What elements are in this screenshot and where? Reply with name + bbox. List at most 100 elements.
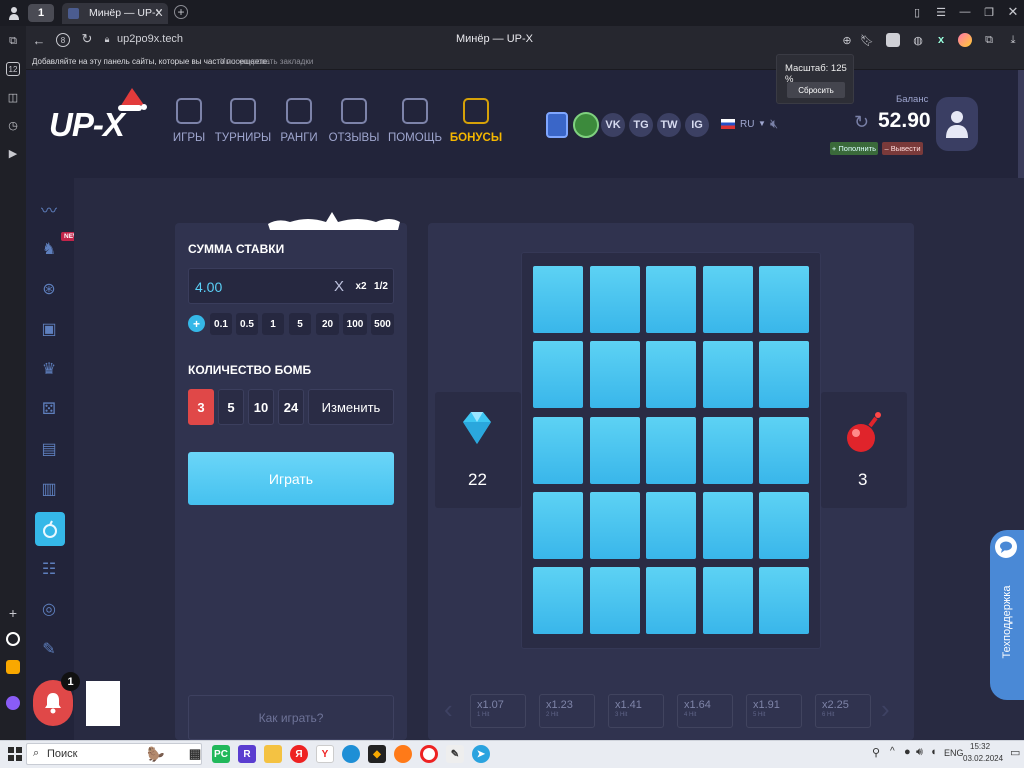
chip-1[interactable]: 1 (262, 313, 284, 335)
extension-icon[interactable] (958, 33, 972, 47)
taskbar-date[interactable]: 03.02.2024 (963, 754, 1003, 763)
network-icon[interactable]: ◖ (930, 746, 937, 758)
people-icon[interactable]: ⚲ (872, 746, 880, 759)
screenshot-icon[interactable] (886, 33, 900, 47)
nav-reviews[interactable]: ОТЗЫВЫ (319, 98, 389, 144)
mine-tile[interactable] (589, 266, 640, 333)
sidebar-case-icon[interactable]: ▣ (36, 316, 62, 342)
volume-icon[interactable]: 🔊︎ (916, 746, 923, 759)
bet-x2-button[interactable]: x2 (351, 275, 371, 297)
mine-tile[interactable] (702, 491, 753, 559)
refresh-balance-icon[interactable]: ↻ (854, 112, 869, 133)
mine-tile[interactable] (646, 341, 696, 409)
instagram-icon[interactable]: IG (685, 113, 709, 137)
mine-tile[interactable] (589, 341, 640, 409)
chip-100[interactable]: 100 (343, 313, 367, 335)
extension-x-icon[interactable]: x (934, 33, 948, 47)
clear-bet-icon[interactable]: X (334, 278, 344, 295)
nav-help[interactable]: ПОМОЩЬ (380, 98, 450, 144)
chip-500[interactable]: 500 (371, 313, 394, 335)
bombs-option-3[interactable]: 3 (188, 389, 214, 425)
taskbar-time[interactable]: 15:32 (970, 742, 990, 751)
close-window-icon[interactable]: ✕ (1006, 4, 1020, 19)
url-text[interactable]: up2po9x.tech (117, 33, 183, 45)
bombs-option-24[interactable]: 24 (278, 389, 304, 425)
input-language[interactable]: ENG (944, 748, 964, 758)
bombs-option-5[interactable]: 5 (218, 389, 244, 425)
mine-tile[interactable] (646, 416, 696, 484)
page-scrollbar[interactable] (1018, 70, 1024, 180)
camera-icon[interactable]: ◫ (6, 90, 20, 104)
import-bookmarks-link[interactable]: Импортировать закладки (220, 57, 313, 66)
chip-0-1[interactable]: 0.1 (210, 313, 232, 335)
telegram-icon[interactable]: TG (629, 113, 653, 137)
mine-tile[interactable] (646, 266, 696, 333)
taskbar-search-box[interactable]: ⌕ Поиск 🦫 (26, 743, 202, 765)
next-multipliers-icon[interactable]: › (881, 694, 890, 725)
collections-icon[interactable]: ⧉ (6, 34, 20, 48)
bookmarks-icon[interactable]: ☰ (934, 5, 948, 19)
sidebar-new-game-icon[interactable]: ♞ (36, 236, 62, 262)
edge-icon[interactable] (342, 745, 360, 763)
explorer-icon[interactable] (264, 745, 282, 763)
minimize-icon[interactable]: — (958, 5, 972, 19)
tray-expand-icon[interactable]: ^ (890, 746, 895, 757)
mine-tile[interactable] (702, 266, 753, 333)
taskbar-search-input[interactable]: Поиск (47, 748, 77, 760)
nav-bonuses[interactable]: БОНУСЫ (441, 98, 511, 144)
sidebar-wheel-icon[interactable]: ⊛ (36, 276, 62, 302)
app-taskbar-icon[interactable]: ◆ (368, 745, 386, 763)
yandex-browser-icon[interactable]: Y (316, 745, 334, 763)
mine-tile[interactable] (533, 491, 583, 559)
bet-plus-button[interactable]: + (188, 315, 205, 332)
new-tab-button[interactable]: + (174, 5, 188, 19)
play-icon[interactable]: ▶ (6, 146, 20, 160)
pycharm-icon[interactable]: PC (212, 745, 230, 763)
sidebar-miner-icon[interactable] (35, 512, 65, 546)
play-button[interactable]: Играть (188, 452, 394, 505)
deposit-button[interactable]: + Пополнить (830, 142, 878, 155)
tab-miner[interactable]: Минёр — UP-X × (62, 3, 168, 24)
add-panel-icon[interactable]: + (6, 605, 20, 621)
change-bombs-button[interactable]: Изменить (308, 389, 394, 425)
language-select[interactable]: RU (740, 119, 754, 130)
mine-tile[interactable] (646, 567, 696, 635)
bet-half-button[interactable]: 1/2 (371, 275, 391, 297)
chip-5[interactable]: 5 (289, 313, 311, 335)
mine-tile[interactable] (533, 266, 583, 333)
windows-start-icon[interactable] (8, 747, 22, 761)
mine-tile[interactable] (759, 266, 809, 333)
twitter-icon[interactable]: TW (657, 113, 681, 137)
shield-icon[interactable] (546, 112, 568, 138)
mine-tile[interactable] (533, 567, 583, 635)
withdraw-button[interactable]: – Вывести (882, 142, 923, 155)
mine-tile[interactable] (702, 416, 753, 484)
sidebar-pen-icon[interactable]: ✎ (36, 636, 62, 662)
task-view-icon[interactable]: ▦ (186, 745, 204, 763)
avatar[interactable] (936, 97, 978, 151)
sidebar-dice-icon[interactable]: ⚄ (36, 396, 62, 422)
protect-icon[interactable]: 8 (56, 33, 70, 47)
telegram-taskbar-icon[interactable]: ➤ (472, 745, 490, 763)
zoom-icon[interactable]: ⊕ (840, 33, 854, 47)
history-icon[interactable]: ◷ (6, 118, 20, 132)
extensions-icon[interactable]: ⧉ (982, 33, 996, 47)
mine-tile[interactable] (589, 416, 640, 484)
sidebar-cards-icon[interactable]: ▥ (36, 476, 62, 502)
chip-0-5[interactable]: 0.5 (236, 313, 258, 335)
tab-close-icon[interactable]: × (155, 5, 163, 20)
mic-icon[interactable]: ● (904, 746, 911, 758)
mine-tile[interactable] (533, 341, 583, 409)
sidebar-crash-icon[interactable]: 〰 (36, 196, 62, 222)
alice-icon[interactable] (6, 696, 20, 710)
bet-amount-input[interactable]: 4.00 (195, 279, 222, 295)
mine-tile[interactable] (589, 491, 640, 559)
sidebar-slots-icon[interactable]: ▤ (36, 436, 62, 462)
workspaces-button[interactable]: 1 (28, 4, 54, 22)
app-icon[interactable] (6, 632, 20, 646)
yandex-icon[interactable]: Я (290, 745, 308, 763)
chip-20[interactable]: 20 (316, 313, 339, 335)
sound-muted-icon[interactable]: 🔇︎ (770, 116, 778, 132)
support-tab[interactable]: Техподдержка (990, 530, 1024, 700)
reload-icon[interactable]: ↻ (80, 31, 94, 46)
